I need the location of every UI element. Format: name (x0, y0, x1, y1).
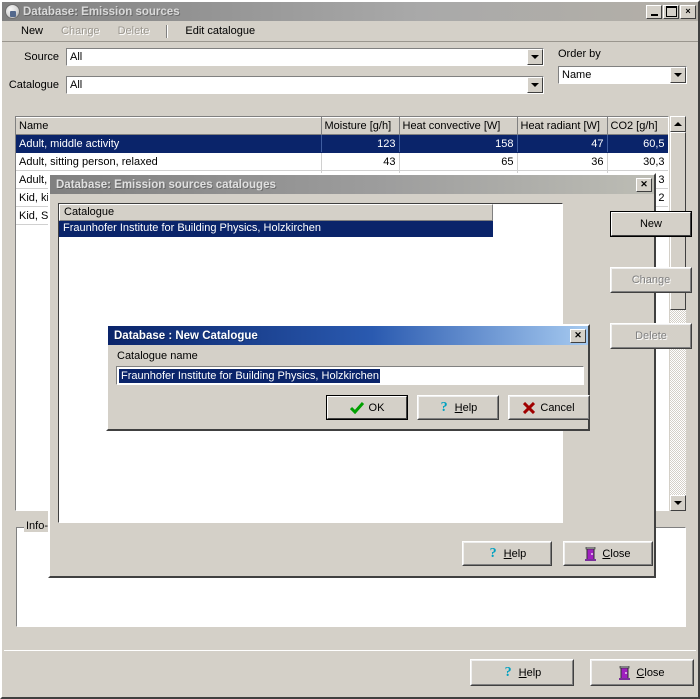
cancel-label: Cancel (540, 401, 575, 414)
menu-item-change: Change (61, 25, 100, 37)
cancel-button[interactable]: Cancel (508, 395, 590, 420)
catalogues-change-button: Change (610, 267, 692, 293)
column-header-co2[interactable]: CO2 [g/h] (607, 117, 668, 135)
catalogues-delete-button: Delete (610, 323, 692, 349)
filter-panel: Source All Catalogue All Order by Name (4, 46, 698, 108)
menu-item-delete: Delete (117, 25, 150, 37)
main-menubar: New Change Delete Edit catalogue (2, 21, 698, 42)
cell-heat-radiant: 47 (517, 134, 608, 153)
column-header-heat-radiant[interactable]: Heat radiant [W] (517, 117, 608, 135)
close-button[interactable]: ✕ (636, 177, 652, 192)
menu-item-new[interactable]: New (12, 23, 52, 39)
catalogues-new-label: New (639, 218, 662, 230)
scroll-down-icon[interactable] (670, 495, 686, 511)
menu-item-edit-catalogue[interactable]: Edit catalogue (176, 23, 264, 39)
catalogues-help-button[interactable]: ? Help (462, 541, 552, 566)
ok-label: OK (368, 401, 385, 414)
scrollbar-track[interactable] (670, 132, 686, 495)
chevron-down-icon[interactable] (527, 49, 543, 65)
cell-heat-radiant: 36 (517, 152, 608, 171)
maximize-button[interactable] (663, 4, 679, 19)
cell-co2: 30,3 (607, 152, 668, 171)
order-by-combobox[interactable]: Name (558, 66, 687, 84)
catalogue-value: All (70, 79, 83, 91)
door-exit-icon (619, 665, 631, 680)
catalogue-list-header[interactable]: Catalogue (59, 204, 493, 221)
chevron-down-icon[interactable] (527, 77, 543, 93)
help-icon: ? (489, 546, 497, 561)
cross-icon (523, 401, 536, 414)
catalogue-name-input[interactable]: Fraunhofer Institute for Building Physic… (116, 366, 584, 385)
table-vertical-scrollbar[interactable] (670, 116, 686, 511)
catalogues-new-button[interactable]: New (610, 211, 692, 237)
order-by-label: Order by (558, 48, 601, 60)
checkmark-icon (349, 401, 364, 414)
menu-separator (166, 24, 169, 38)
door-exit-icon (585, 546, 597, 561)
source-combobox[interactable]: All (66, 48, 544, 66)
catalogues-dialog-title: Database: Emission sources catalouges (56, 178, 276, 191)
column-header-heat-convective[interactable]: Heat convective [W] (399, 117, 518, 135)
minimize-button[interactable] (646, 4, 662, 19)
help-icon: ? (504, 665, 512, 680)
catalogue-combobox[interactable]: All (66, 76, 544, 94)
cell-name: Adult, middle activity (16, 134, 322, 153)
table-row[interactable]: Adult, middle activity 123 158 47 60,5 (16, 134, 668, 153)
cell-name: Adult, sitting person, relaxed (16, 152, 322, 171)
main-window-title: Database: Emission sources (23, 5, 180, 18)
chevron-down-icon[interactable] (670, 67, 686, 83)
main-window-titlebar: Database: Emission sources × (2, 2, 698, 21)
catalogue-name-label: Catalogue name (117, 350, 198, 362)
catalogues-dialog-titlebar: Database: Emission sources catalouges ✕ (50, 175, 654, 194)
new-catalogue-title: Database : New Catalogue (114, 329, 258, 342)
source-label: Source (24, 51, 59, 63)
catalogues-change-label: Change (631, 274, 671, 286)
help-icon: ? (440, 400, 448, 415)
source-value: All (70, 51, 83, 63)
catalogue-label: Catalogue (8, 79, 59, 91)
column-header-name[interactable]: Name (16, 117, 322, 135)
main-help-button[interactable]: ? HHelpelp (470, 659, 574, 686)
catalogue-name-value: Fraunhofer Institute for Building Physic… (119, 368, 381, 383)
catalogues-close-button[interactable]: Close (563, 541, 653, 566)
ok-button[interactable]: OK (326, 395, 408, 420)
scroll-up-icon[interactable] (670, 116, 686, 132)
cell-co2: 60,5 (607, 134, 668, 153)
cell-moisture: 123 (321, 134, 400, 153)
new-catalogue-help-button[interactable]: ? Help (417, 395, 499, 420)
cell-heat-convective: 65 (399, 152, 518, 171)
close-button[interactable]: ✕ (570, 328, 586, 343)
new-catalogue-titlebar: Database : New Catalogue ✕ (108, 326, 588, 345)
window-controls: × (645, 4, 696, 19)
catalogues-delete-label: Delete (635, 330, 667, 342)
main-window-button-bar: ? HHelpelp Close (4, 650, 696, 695)
order-by-value: Name (562, 69, 592, 81)
main-close-button[interactable]: Close (590, 659, 694, 686)
cell-heat-convective: 158 (399, 134, 518, 153)
cell-moisture: 43 (321, 152, 400, 171)
table-header-row: Name Moisture [g/h] Heat convective [W] … (16, 117, 668, 135)
list-item[interactable]: Fraunhofer Institute for Building Physic… (59, 221, 493, 237)
column-header-moisture[interactable]: Moisture [g/h] (321, 117, 400, 135)
close-button[interactable]: × (680, 4, 696, 19)
database-icon (5, 4, 20, 19)
dialog-new-catalogue: Database : New Catalogue ✕ Catalogue nam… (106, 324, 590, 431)
table-row[interactable]: Adult, sitting person, relaxed 43 65 36 … (16, 152, 668, 171)
